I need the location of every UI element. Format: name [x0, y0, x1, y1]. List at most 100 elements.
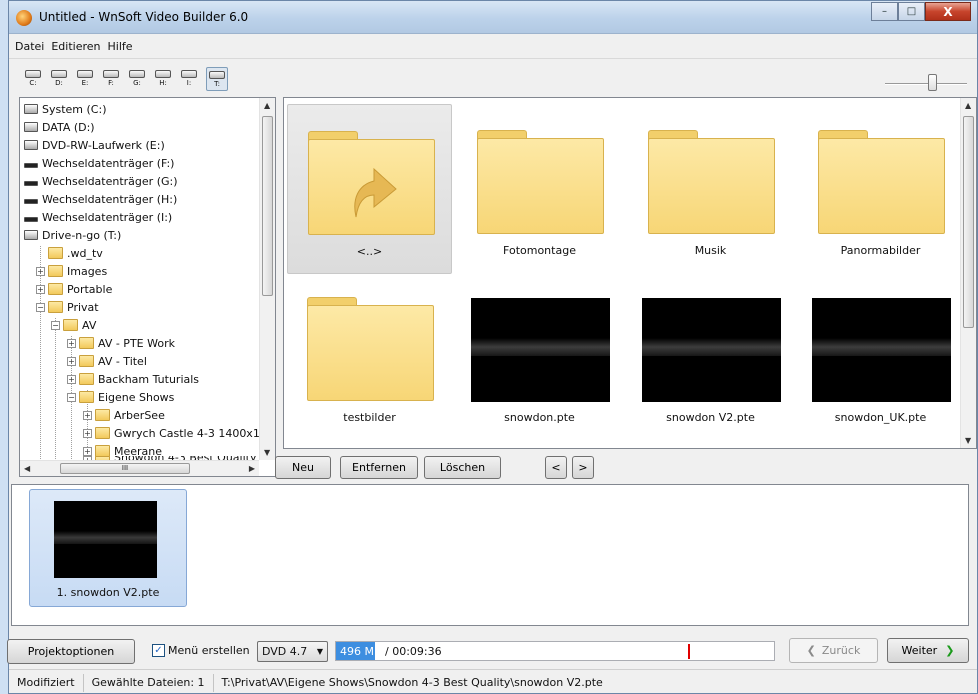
zoom-slider-thumb[interactable]: [928, 74, 937, 91]
drive-icon: [24, 122, 38, 132]
app-icon: [16, 10, 32, 26]
disc-type-select[interactable]: DVD 4.7 ▼: [257, 641, 328, 662]
folder-icon: [79, 373, 94, 385]
tree-item-av-titel[interactable]: + AV - Titel: [67, 352, 147, 370]
prev-page-button[interactable]: <: [545, 456, 567, 479]
scroll-right-icon[interactable]: ▶: [249, 464, 255, 473]
drive-button-f[interactable]: F:: [100, 67, 122, 91]
tree-item-privat[interactable]: − Privat: [36, 298, 99, 316]
expand-icon[interactable]: +: [36, 284, 45, 294]
tree-item-wd-tv[interactable]: .wd_tv: [36, 244, 103, 262]
expand-icon[interactable]: +: [83, 428, 92, 438]
folder-icon: [79, 391, 94, 403]
tree-item-arbersee[interactable]: + ArberSee: [83, 406, 165, 424]
tree-item-images[interactable]: + Images: [36, 262, 107, 280]
tree-item-av[interactable]: − AV: [51, 316, 96, 334]
drive-button-i[interactable]: I:: [178, 67, 200, 91]
menu-editieren[interactable]: Editieren: [51, 40, 100, 53]
scroll-up-icon[interactable]: ▲: [965, 101, 971, 110]
expand-icon[interactable]: +: [67, 374, 76, 384]
minimize-button[interactable]: –: [871, 2, 898, 21]
removable-drive-icon: [24, 217, 38, 222]
file-tile-musik[interactable]: Musik: [628, 104, 793, 274]
file-tile-snowdon-v2[interactable]: snowdon V2.pte: [628, 271, 793, 441]
expand-icon[interactable]: +: [36, 266, 45, 276]
selected-files-panel[interactable]: 1. snowdon V2.pte: [11, 484, 969, 626]
folder-tree[interactable]: System (C:) DATA (D:) DVD-RW-Laufwerk (E…: [19, 97, 276, 477]
collapse-icon[interactable]: −: [36, 302, 45, 312]
zoom-slider-track[interactable]: [885, 83, 967, 85]
tree-item-eigene-shows[interactable]: − Eigene Shows: [67, 388, 174, 406]
drive-button-c[interactable]: C:: [22, 67, 44, 91]
expand-icon[interactable]: +: [83, 446, 92, 456]
tree-item-removable-h[interactable]: Wechseldatenträger (H:): [24, 190, 177, 208]
tree-item-av-pte-work[interactable]: + AV - PTE Work: [67, 334, 175, 352]
drive-button-e[interactable]: E:: [74, 67, 96, 91]
remove-button[interactable]: Entfernen: [340, 456, 418, 479]
expand-icon[interactable]: +: [67, 356, 76, 366]
tree-horizontal-scrollbar[interactable]: ◀ III ▶: [20, 460, 259, 476]
tree-item-drive-t[interactable]: Drive-n-go (T:): [24, 226, 121, 244]
tree-vertical-scrollbar[interactable]: ▲ ▼: [259, 98, 275, 460]
tree-item-gwrych[interactable]: + Gwrych Castle 4-3 1400x10: [83, 424, 267, 442]
file-tile-snowdon[interactable]: snowdon.pte: [457, 271, 622, 441]
tree-item-removable-i[interactable]: Wechseldatenträger (I:): [24, 208, 172, 226]
folder-icon: [48, 283, 63, 295]
tree-item-label: AV: [82, 318, 97, 332]
scroll-up-icon[interactable]: ▲: [264, 101, 270, 110]
drive-letter: D:: [55, 79, 63, 87]
create-menu-label: Menü erstellen: [168, 644, 250, 657]
drive-button-t[interactable]: T:: [206, 67, 228, 91]
tree-item-label: Wechseldatenträger (F:): [42, 156, 175, 170]
folder-icon: [648, 130, 775, 234]
file-tile-panormabilder[interactable]: Panormabilder: [798, 104, 963, 274]
file-tile-testbilder[interactable]: testbilder: [287, 271, 452, 441]
drive-button-g[interactable]: G:: [126, 67, 148, 91]
system-drive-icon: [24, 104, 38, 114]
next-button[interactable]: Weiter ❯: [887, 638, 969, 663]
next-page-button[interactable]: >: [572, 456, 594, 479]
menu-hilfe[interactable]: Hilfe: [108, 40, 133, 53]
file-vscroll-thumb[interactable]: [963, 116, 974, 328]
tree-item-backham[interactable]: + Backham Tuturials: [67, 370, 199, 388]
drive-letter: E:: [81, 79, 89, 87]
tree-item-system-c[interactable]: System (C:): [24, 100, 107, 118]
file-tile-snowdon-uk[interactable]: snowdon_UK.pte: [798, 271, 963, 441]
expand-icon[interactable]: +: [67, 338, 76, 348]
back-button[interactable]: ❮ Zurück: [789, 638, 878, 663]
file-tile-fotomontage[interactable]: Fotomontage: [457, 104, 622, 274]
video-thumbnail: [471, 298, 610, 402]
collapse-icon[interactable]: −: [67, 392, 76, 402]
file-grid[interactable]: <..> Fotomontage Musik Panormabilder tes…: [283, 97, 977, 449]
scroll-down-icon[interactable]: ▼: [264, 448, 270, 457]
new-button[interactable]: Neu: [275, 456, 331, 479]
drive-button-h[interactable]: H:: [152, 67, 174, 91]
expand-icon[interactable]: +: [83, 410, 92, 420]
selected-item[interactable]: 1. snowdon V2.pte: [29, 489, 187, 607]
close-button[interactable]: X: [925, 2, 971, 21]
file-vertical-scrollbar[interactable]: ▲ ▼: [960, 98, 976, 448]
drive-letter: I:: [186, 79, 192, 87]
folder-icon: [48, 247, 63, 259]
delete-button[interactable]: Löschen: [424, 456, 501, 479]
maximize-button[interactable]: □: [898, 2, 925, 21]
file-tile-parent[interactable]: <..>: [287, 104, 452, 274]
scroll-down-icon[interactable]: ▼: [965, 436, 971, 445]
collapse-icon[interactable]: −: [51, 320, 60, 330]
tree-hscroll-thumb[interactable]: III: [60, 463, 190, 474]
removable-drive-icon: [129, 70, 145, 78]
tree-item-dvd-e[interactable]: DVD-RW-Laufwerk (E:): [24, 136, 165, 154]
tree-item-removable-g[interactable]: Wechseldatenträger (G:): [24, 172, 178, 190]
file-label: Musik: [694, 244, 727, 257]
create-menu-checkbox[interactable]: ✓: [152, 644, 165, 657]
chevron-left-icon: ❮: [806, 644, 816, 657]
file-label: Panormabilder: [840, 244, 921, 257]
tree-item-portable[interactable]: + Portable: [36, 280, 112, 298]
tree-item-removable-f[interactable]: Wechseldatenträger (F:): [24, 154, 174, 172]
tree-item-data-d[interactable]: DATA (D:): [24, 118, 95, 136]
drive-button-d[interactable]: D:: [48, 67, 70, 91]
project-options-button[interactable]: Projektoptionen: [7, 639, 135, 664]
tree-vscroll-thumb[interactable]: [262, 116, 273, 296]
scroll-left-icon[interactable]: ◀: [24, 464, 30, 473]
menu-datei[interactable]: Datei: [15, 40, 44, 53]
